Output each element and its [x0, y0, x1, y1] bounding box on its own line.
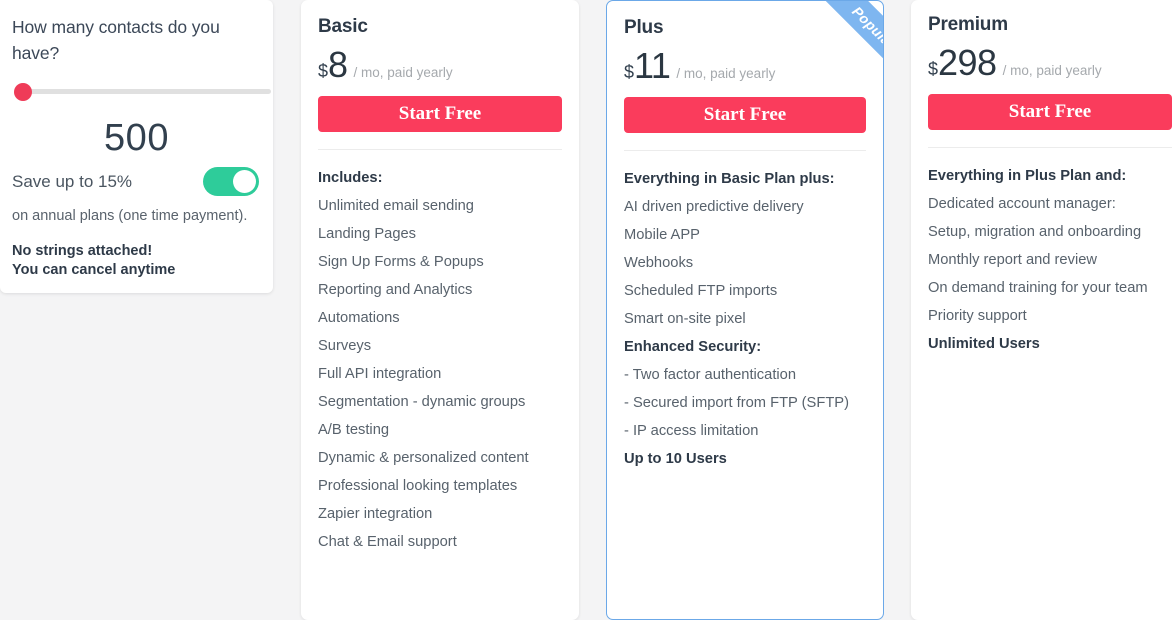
contacts-count-value: 500 — [104, 117, 169, 159]
feature-item: Webhooks — [624, 255, 694, 271]
feature-item: Includes: — [318, 170, 383, 186]
price-period: / mo, paid yearly — [676, 66, 776, 81]
feature-item: - Secured import from FTP (SFTP) — [624, 395, 849, 411]
feature-item: Smart on-site pixel — [624, 311, 746, 327]
plan-price: $ 11 / mo, paid yearly — [624, 48, 866, 84]
feature-item: Dynamic & personalized content — [318, 450, 529, 466]
feature-item: Up to 10 Users — [624, 451, 727, 467]
feature-item: Automations — [318, 310, 400, 326]
annual-plan-note: on annual plans (one time payment). — [12, 208, 248, 224]
feature-item: Professional looking templates — [318, 478, 518, 494]
feature-list-basic: Includes: Unlimited email sending Landing … — [318, 164, 562, 556]
plan-card-basic: Basic $ 8 / mo, paid yearly Start Free I… — [301, 0, 579, 620]
price-period: / mo, paid yearly — [1002, 63, 1102, 78]
price-amount: 8 — [328, 44, 348, 85]
feature-item: Reporting and Analytics — [318, 282, 473, 298]
feature-item: Full API integration — [318, 366, 442, 382]
price-amount: 11 — [634, 45, 671, 86]
price-period: / mo, paid yearly — [353, 65, 453, 80]
feature-item: On demand training for your team — [928, 280, 1148, 296]
no-strings-line2: You can cancel anytime — [12, 262, 176, 278]
card-divider — [318, 149, 562, 150]
feature-item: Landing Pages — [318, 226, 417, 242]
feature-item: Enhanced Security: — [624, 339, 762, 355]
start-free-button[interactable]: Start Free — [318, 96, 562, 132]
start-free-button[interactable]: Start Free — [928, 94, 1172, 130]
feature-item: Segmentation - dynamic groups — [318, 394, 526, 410]
plan-price: $ 298 / mo, paid yearly — [928, 45, 1172, 81]
feature-item: Everything in Plus Plan and: — [928, 168, 1127, 184]
feature-item: Scheduled FTP imports — [624, 283, 778, 299]
feature-item: Zapier integration — [318, 506, 433, 522]
feature-item: Mobile APP — [624, 227, 700, 243]
annual-save-row: Save up to 15% — [12, 167, 261, 196]
feature-item: Surveys — [318, 338, 372, 354]
plan-card-plus: Popular Plus $ 11 / mo, paid yearly Star… — [606, 0, 884, 620]
feature-item: AI driven predictive delivery — [624, 199, 804, 215]
feature-item: Unlimited Users — [928, 336, 1040, 352]
annual-billing-toggle[interactable] — [203, 167, 259, 196]
feature-item: Unlimited email sending — [318, 198, 474, 214]
feature-item: - IP access limitation — [624, 423, 759, 439]
toggle-knob — [233, 170, 256, 193]
price-amount: 298 — [938, 42, 997, 83]
card-divider — [624, 150, 866, 151]
plan-name: Premium — [928, 14, 1008, 35]
price-currency: $ — [928, 59, 939, 79]
plan-name: Basic — [318, 16, 368, 37]
feature-item: - Two factor authentication — [624, 367, 796, 383]
plan-card-premium: Premium $ 298 / mo, paid yearly Start Fr… — [911, 0, 1173, 620]
plan-price: $ 8 / mo, paid yearly — [318, 47, 562, 83]
feature-list-plus: Everything in Basic Plan plus: AI driven … — [624, 165, 866, 473]
contacts-slider[interactable] — [12, 81, 271, 103]
price-currency: $ — [624, 62, 635, 82]
feature-item: Everything in Basic Plan plus: — [624, 171, 835, 187]
feature-item: A/B testing — [318, 422, 390, 438]
slider-handle[interactable] — [14, 83, 32, 101]
feature-item: Dedicated account manager: — [928, 196, 1116, 212]
feature-list-premium: Everything in Plus Plan and: Dedicated ac… — [928, 162, 1172, 358]
calculator-question: How many contacts do you have? — [12, 17, 220, 63]
start-free-button[interactable]: Start Free — [624, 97, 866, 133]
feature-item: Sign Up Forms & Popups — [318, 254, 484, 270]
contacts-calculator-card: How many contacts do you have? 500 Save … — [0, 0, 273, 293]
slider-track[interactable] — [14, 89, 271, 94]
save-percentage-label: Save up to 15% — [12, 171, 133, 191]
feature-item: Monthly report and review — [928, 252, 1097, 268]
feature-item: Priority support — [928, 308, 1027, 324]
feature-item: Setup, migration and onboarding — [928, 224, 1142, 240]
plan-name: Plus — [624, 17, 664, 38]
no-strings-line1: No strings attached! — [12, 243, 153, 259]
card-divider — [928, 147, 1172, 148]
price-currency: $ — [318, 61, 329, 81]
feature-item: Chat & Email support — [318, 534, 457, 550]
no-strings-note: No strings attached! You can cancel anyt… — [12, 242, 261, 280]
pricing-page: How many contacts do you have? 500 Save … — [0, 0, 1173, 620]
